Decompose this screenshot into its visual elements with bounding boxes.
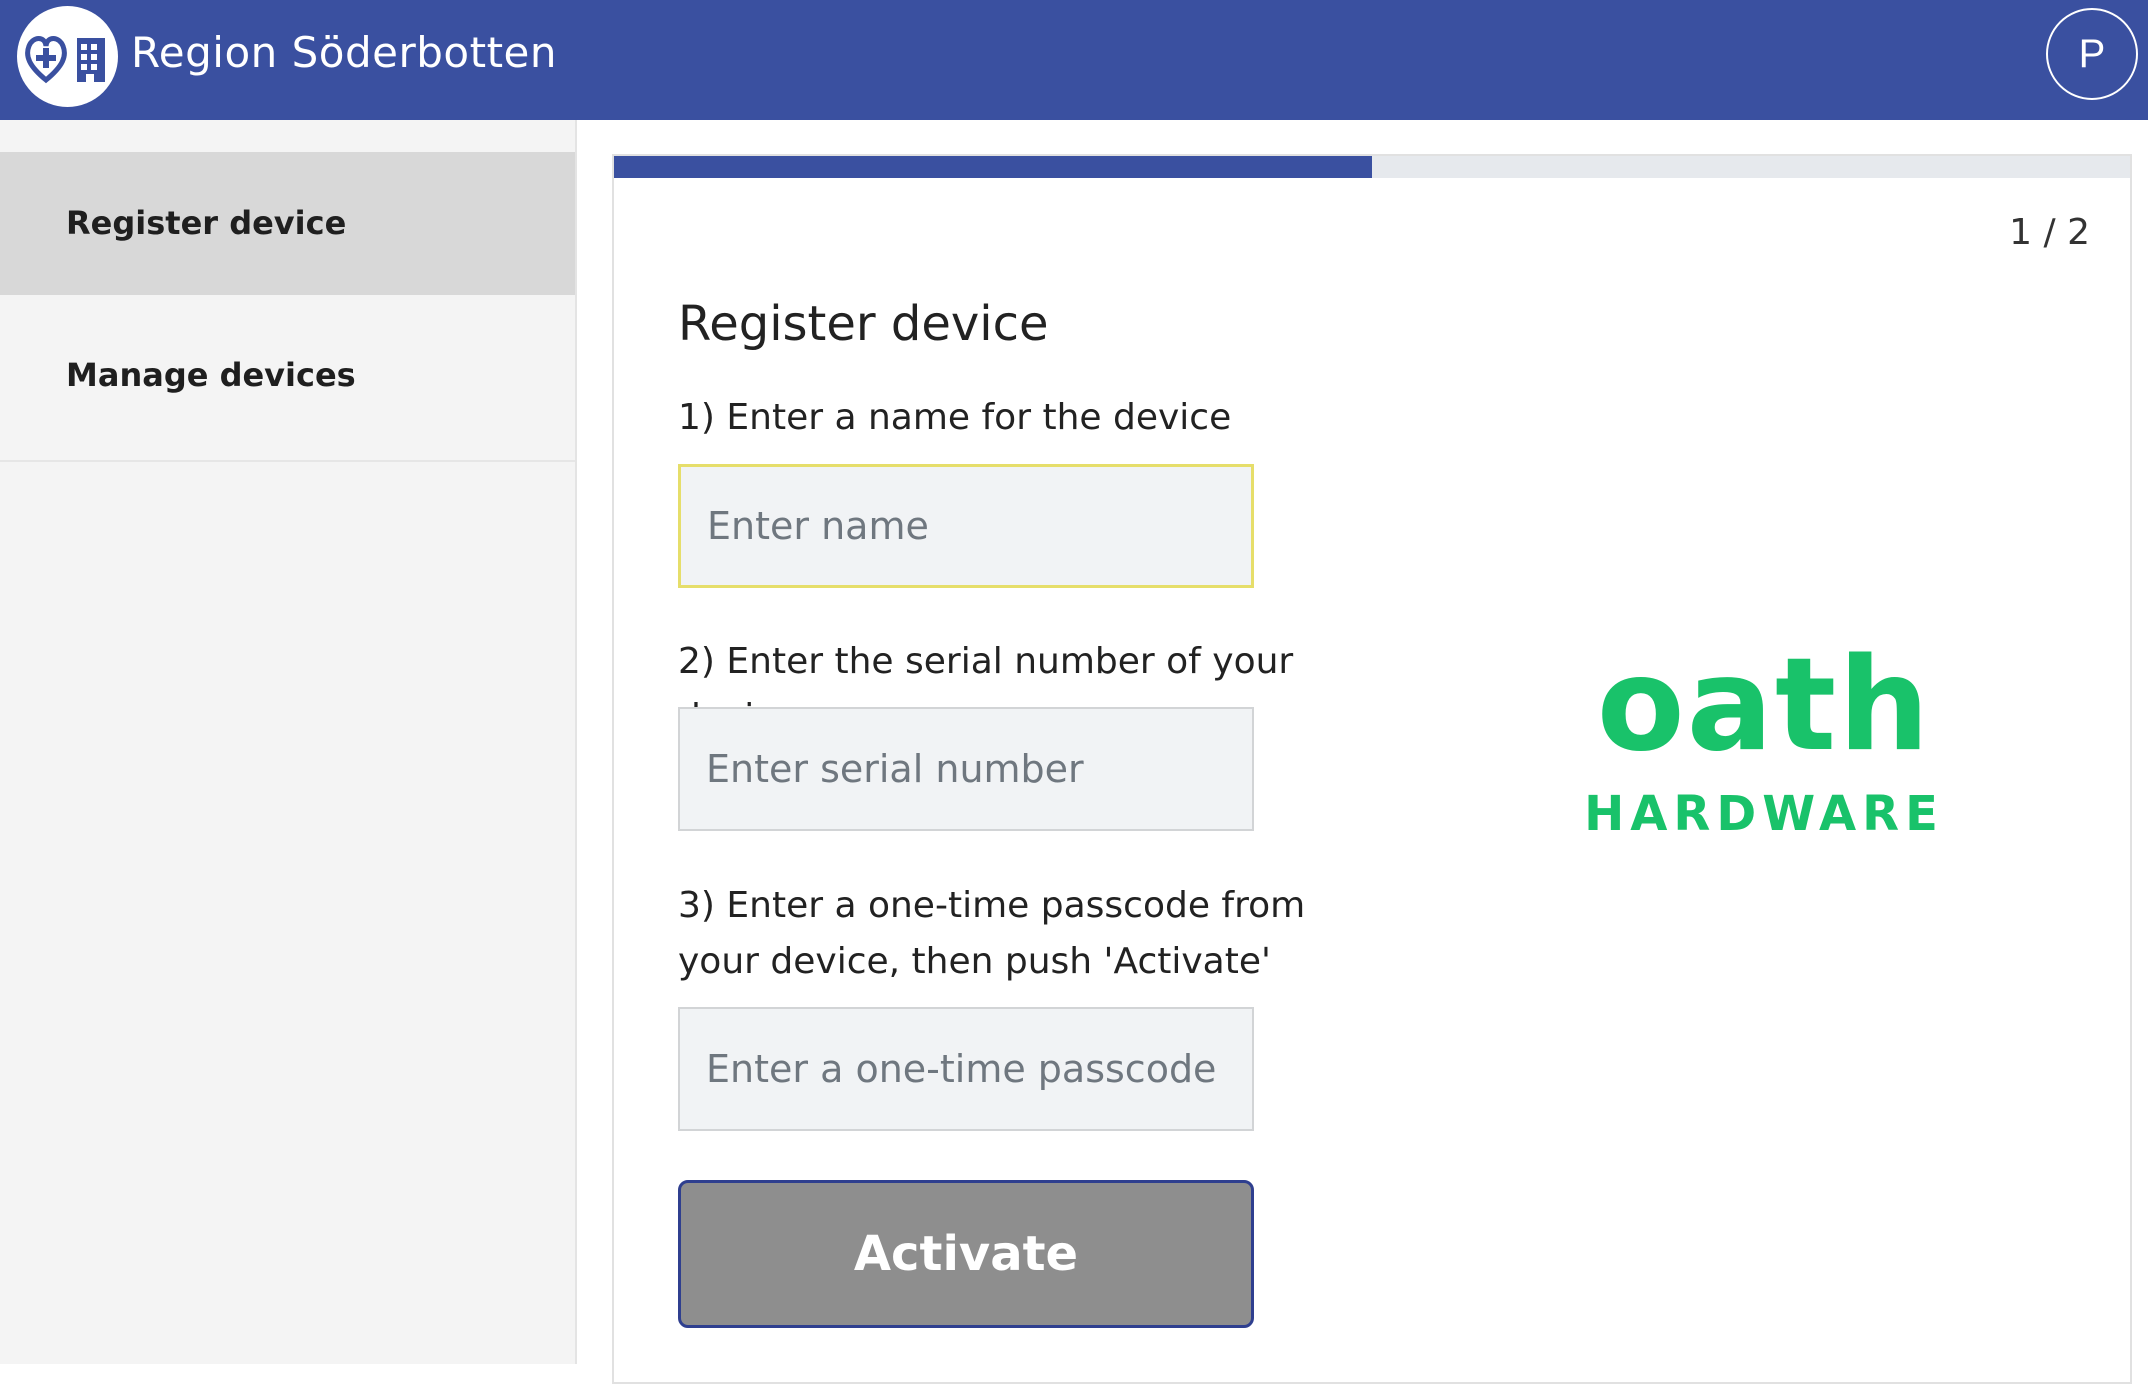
brand-subtitle: HARDWARE (1584, 786, 1944, 842)
device-name-input[interactable] (678, 464, 1254, 588)
progress-fill (614, 156, 1372, 178)
passcode-input[interactable] (678, 1007, 1254, 1131)
sidebar: Register device Manage devices (0, 120, 577, 1364)
passcode-label: 3) Enter a one-time passcode from your d… (678, 885, 1306, 982)
user-avatar[interactable]: P (2046, 8, 2138, 100)
page-title: Register device (678, 296, 1049, 352)
logo[interactable] (17, 6, 118, 107)
sidebar-item-manage-devices[interactable]: Manage devices (0, 295, 575, 462)
step-counter: 1 / 2 (2009, 212, 2090, 253)
serial-number-input[interactable] (678, 707, 1254, 831)
sidebar-item-register-device[interactable]: Register device (0, 152, 575, 295)
hospital-building-icon (77, 38, 105, 82)
progress-bar (614, 156, 2130, 178)
app-title: Region Söderbotten (131, 28, 558, 77)
heart-plus-icon (25, 36, 105, 84)
device-name-label: 1) Enter a name for the device (678, 397, 1232, 438)
activate-button[interactable]: Activate (678, 1180, 1254, 1328)
brand-word: oath (1596, 631, 1932, 780)
oath-hardware-logo: oath HARDWARE (1544, 631, 1984, 843)
register-device-card: 1 / 2 Register device 1) Enter a name fo… (612, 154, 2132, 1384)
top-bar: Region Söderbotten P (0, 0, 2148, 120)
